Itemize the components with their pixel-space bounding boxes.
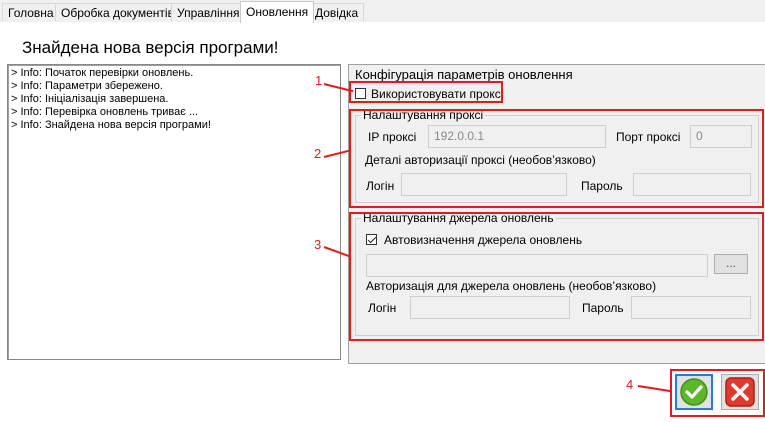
config-title: Конфігурація параметрів оновлення — [355, 67, 573, 82]
annotation-marker-2: 2 — [314, 146, 322, 161]
tab-strip: Головна Обробка документів Управління Он… — [0, 0, 765, 23]
tab-management[interactable]: Управління — [171, 3, 246, 21]
annotation-marker-4: 4 — [626, 377, 634, 392]
log-line: > Info: Початок перевірки оновлень. — [11, 67, 194, 79]
annotation-marker-3: 3 — [314, 237, 322, 252]
log-line: > Info: Знайдена нова версія програми! — [11, 119, 211, 131]
log-line: > Info: Параметри збережено. — [11, 80, 163, 92]
annotation-marker-1: 1 — [315, 73, 323, 88]
annotation-box-1 — [349, 81, 503, 103]
log-output[interactable]: > Info: Початок перевірки оновлень. > In… — [7, 64, 341, 360]
page-title: Знайдена нова версія програми! — [22, 38, 279, 57]
annotation-box-2 — [349, 109, 764, 208]
annotation-box-3 — [349, 212, 764, 341]
log-line: > Info: Перевірка оновлень триває ... — [11, 106, 199, 118]
tab-document-processing[interactable]: Обробка документів — [55, 3, 180, 21]
tab-home[interactable]: Головна — [2, 3, 60, 21]
annotation-box-4 — [670, 369, 765, 417]
tab-updates[interactable]: Оновлення — [240, 1, 315, 23]
tab-help[interactable]: Довідка — [309, 3, 365, 21]
log-line: > Info: Ініціалізація завершена. — [11, 93, 169, 105]
